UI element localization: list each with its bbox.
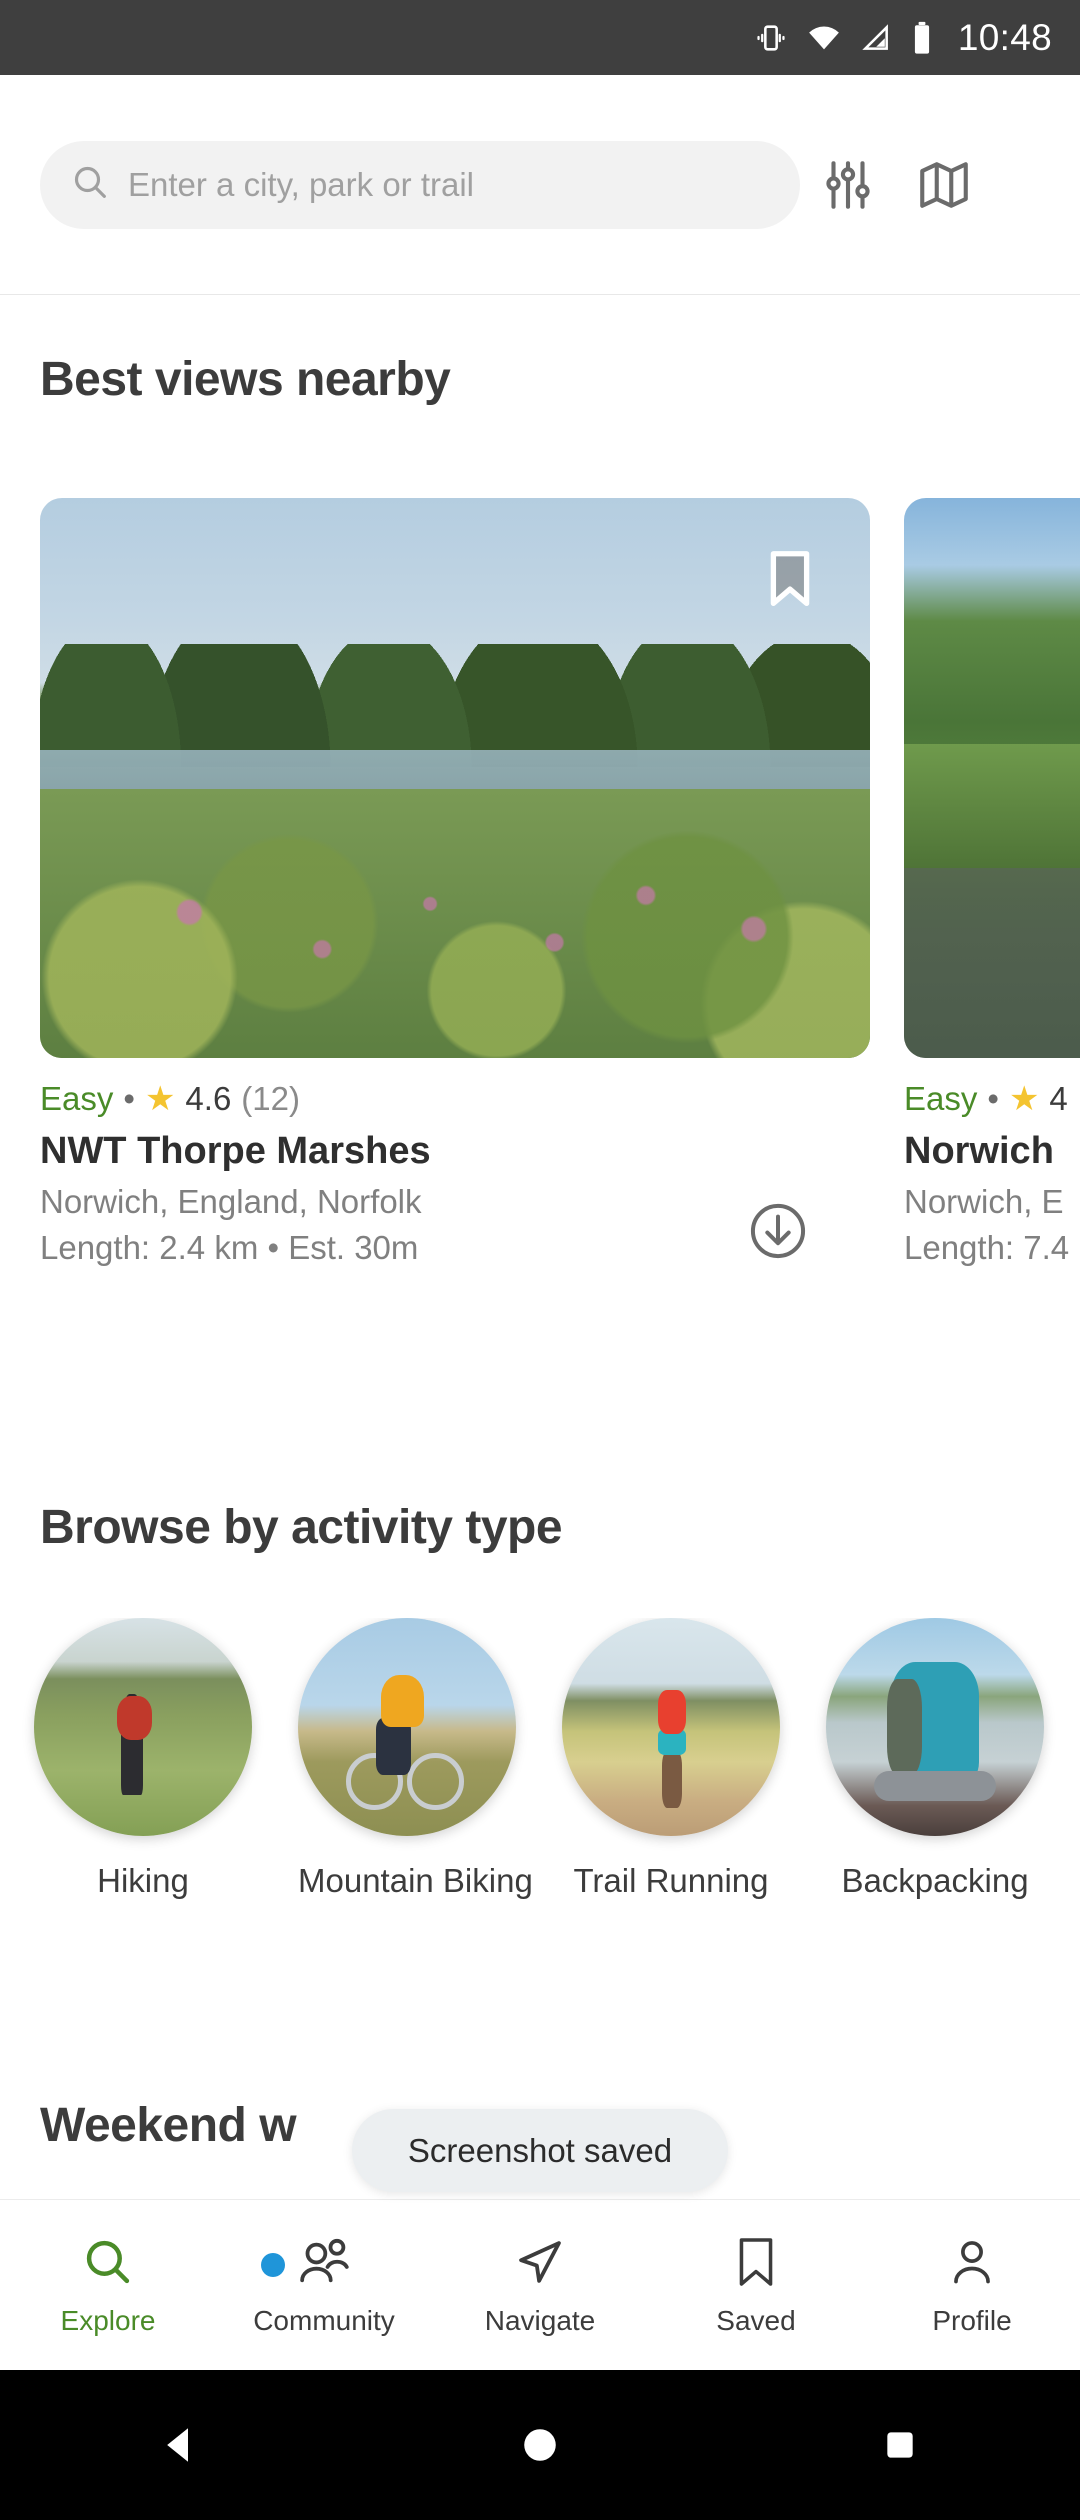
activity-label: Hiking bbox=[97, 1862, 189, 1899]
toast-message: Screenshot saved bbox=[407, 2131, 673, 2169]
trail-card[interactable]: Easy • ★ 4 Norwich Norwich, E Length: 7.… bbox=[904, 498, 1080, 1328]
nav-tab-profile[interactable]: Profile bbox=[864, 2200, 1080, 2370]
trail-name: NWT Thorpe Marshes bbox=[40, 1130, 431, 1172]
trail-photo[interactable] bbox=[40, 498, 870, 1058]
runner-legs bbox=[662, 1750, 682, 1808]
trail-rating-count: (12) bbox=[241, 1080, 300, 1117]
activity-thumbnail[interactable] bbox=[826, 1618, 1044, 1836]
photo-treeline-layer bbox=[40, 643, 870, 767]
trail-rating-row: Easy • ★ 4 bbox=[904, 1080, 1080, 1118]
trail-location: Norwich, E bbox=[904, 1183, 1064, 1220]
search-icon bbox=[81, 2233, 135, 2291]
nav-tab-community[interactable]: Community bbox=[216, 2200, 432, 2370]
trail-card-carousel[interactable]: Easy • ★ 4.6 (12) NWT Thorpe Marshes Nor… bbox=[0, 498, 1080, 1328]
trail-name: Norwich bbox=[904, 1130, 1054, 1172]
nav-tab-navigate[interactable]: Navigate bbox=[432, 2200, 648, 2370]
bookmark-icon[interactable] bbox=[762, 548, 818, 610]
runner-top bbox=[657, 1689, 687, 1734]
nav-label: Profile bbox=[932, 2305, 1012, 2336]
hiker-jacket bbox=[116, 1696, 152, 1741]
search-header: Enter a city, park or trail bbox=[0, 75, 1080, 295]
activity-item-hiking[interactable]: Hiking bbox=[34, 1618, 252, 1948]
activity-label: Trail Running bbox=[573, 1862, 769, 1899]
star-icon: ★ bbox=[1008, 1080, 1040, 1118]
trail-card[interactable]: Easy • ★ 4.6 (12) NWT Thorpe Marshes Nor… bbox=[40, 498, 870, 1328]
map-button[interactable] bbox=[896, 137, 992, 233]
trail-card-meta: Easy • ★ 4.6 (12) NWT Thorpe Marshes Nor… bbox=[40, 1058, 870, 1267]
separator-dot: • bbox=[987, 1080, 999, 1117]
trail-difficulty: Easy bbox=[40, 1080, 114, 1117]
activity-label: Backpacking bbox=[841, 1862, 1029, 1899]
sleeping-mat bbox=[873, 1770, 997, 1802]
search-icon bbox=[70, 162, 110, 207]
recents-square-icon[interactable] bbox=[720, 2425, 1080, 2465]
activity-label: Mountain Biking bbox=[298, 1862, 533, 1899]
separator-dot: • bbox=[123, 1080, 135, 1117]
activity-item-trail-running[interactable]: Trail Running bbox=[562, 1618, 780, 1948]
section-title-best-views: Best views nearby bbox=[40, 353, 451, 406]
search-input[interactable]: Enter a city, park or trail bbox=[40, 140, 800, 229]
nav-label: Saved bbox=[716, 2305, 796, 2336]
backpack-straps bbox=[887, 1679, 922, 1775]
search-placeholder: Enter a city, park or trail bbox=[128, 165, 475, 203]
activity-item-backpacking[interactable]: Backpacking bbox=[826, 1618, 1044, 1948]
trail-rating-row: Easy • ★ 4.6 (12) bbox=[40, 1080, 870, 1118]
hiking-photo bbox=[34, 1618, 252, 1836]
trail-running-photo bbox=[562, 1618, 780, 1836]
photo-flowers-layer bbox=[40, 845, 870, 1014]
trail-rating-value: 4.6 bbox=[185, 1080, 232, 1117]
bike-wheel bbox=[407, 1753, 464, 1810]
mountain-biking-photo bbox=[298, 1618, 516, 1836]
bottom-navigation-bar: Explore Community Navigate Saved Profile bbox=[0, 2199, 1080, 2370]
home-circle-icon[interactable] bbox=[360, 2423, 720, 2467]
status-bar: 10:48 bbox=[0, 0, 1080, 75]
photo-water-layer bbox=[904, 867, 1080, 1058]
bookmark-icon bbox=[732, 2233, 780, 2291]
back-triangle-icon[interactable] bbox=[0, 2421, 360, 2469]
section-title-browse-activity: Browse by activity type bbox=[40, 1501, 563, 1554]
section-title-weekend: Weekend w bbox=[40, 2099, 297, 2152]
activity-thumbnail[interactable] bbox=[562, 1618, 780, 1836]
cyclist-torso bbox=[380, 1674, 425, 1727]
activity-thumbnail[interactable] bbox=[298, 1618, 516, 1836]
screenshot-saved-toast: Screenshot saved bbox=[352, 2109, 728, 2192]
cellular-signal-icon bbox=[860, 22, 892, 54]
people-icon bbox=[261, 2233, 353, 2291]
nav-label: Explore bbox=[60, 2305, 156, 2336]
trail-rating-value: 4 bbox=[1049, 1080, 1068, 1117]
navigate-icon bbox=[513, 2233, 567, 2291]
person-icon bbox=[946, 2233, 998, 2291]
trail-difficulty: Easy bbox=[904, 1080, 978, 1117]
notification-badge-dot bbox=[261, 2253, 285, 2277]
download-icon[interactable] bbox=[746, 1199, 810, 1263]
filter-button[interactable] bbox=[800, 137, 896, 233]
battery-icon bbox=[910, 21, 934, 55]
activity-item-mountain-biking[interactable]: Mountain Biking bbox=[298, 1618, 533, 1948]
nav-label: Community bbox=[253, 2305, 395, 2336]
activity-carousel[interactable]: Hiking Mountain Biking Trail Running Bac… bbox=[0, 1618, 1080, 1948]
wifi-icon bbox=[806, 21, 842, 55]
trail-photo[interactable] bbox=[904, 498, 1080, 1058]
nav-tab-explore[interactable]: Explore bbox=[0, 2200, 216, 2370]
nav-tab-saved[interactable]: Saved bbox=[648, 2200, 864, 2370]
backpacking-photo bbox=[826, 1618, 1044, 1836]
status-bar-clock: 10:48 bbox=[957, 16, 1052, 58]
trail-length: Length: 7.4 bbox=[904, 1229, 1070, 1266]
android-navigation-bar bbox=[0, 2370, 1080, 2520]
vibrate-icon bbox=[754, 21, 788, 55]
nav-label: Navigate bbox=[484, 2305, 596, 2336]
photo-foliage-layer bbox=[904, 744, 1080, 868]
activity-thumbnail[interactable] bbox=[34, 1618, 252, 1836]
trail-card-meta: Easy • ★ 4 Norwich Norwich, E Length: 7.… bbox=[904, 1058, 1080, 1267]
star-icon: ★ bbox=[144, 1080, 176, 1118]
